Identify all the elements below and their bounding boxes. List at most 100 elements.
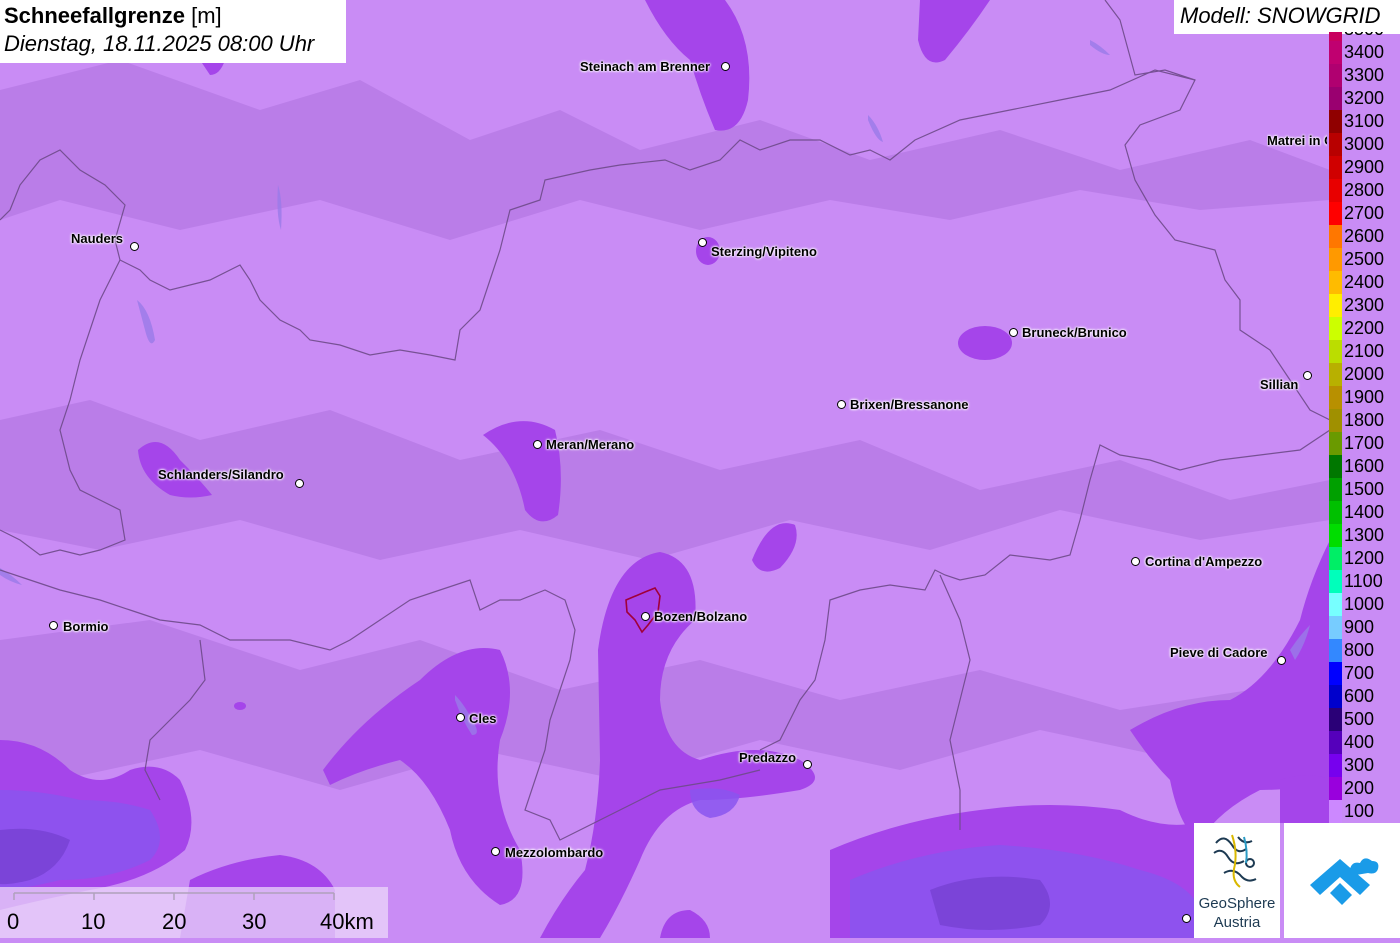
legend-label: 1900 [1344,387,1385,407]
legend-entry: 3100 [1329,110,1400,133]
scale-label: 10 [81,909,106,934]
legend-swatch [1329,754,1342,777]
legend-entry: 700 [1329,662,1400,685]
legend-label: 1800 [1344,410,1385,430]
legend-label: 1100 [1344,571,1383,591]
legend-label: 1200 [1344,548,1385,568]
cloud-arrow-icon [1310,858,1379,905]
model-label: Modell: SNOWGRID [1174,0,1400,34]
geosphere-name: GeoSphere [1198,895,1276,912]
legend-swatch [1329,547,1342,570]
legend-entry: 2400 [1329,271,1400,294]
legend-swatch [1329,202,1342,225]
legend-entry: 1400 [1329,501,1400,524]
legend-label: 800 [1344,640,1375,660]
legend-label: 3100 [1344,111,1385,131]
city-label-schlanders: Schlanders/Silandro [158,467,284,482]
legend-label: 2100 [1344,341,1385,361]
city-label-brixen: Brixen/Bressanone [850,397,969,412]
city-marker [130,242,139,251]
legend-entry: 3400 [1329,41,1400,64]
parameter-unit: [m] [191,3,222,28]
city-marker [641,612,650,621]
legend-entry: 800 [1329,639,1400,662]
legend-label: 600 [1344,686,1375,706]
city-marker [837,400,846,409]
city-marker [1303,371,1312,380]
legend-swatch [1329,708,1342,731]
legend-label: 1600 [1344,456,1385,476]
legend-swatch [1329,800,1342,823]
legend-entry: 3200 [1329,87,1400,110]
legend-swatch [1329,570,1342,593]
legend-swatch [1329,317,1342,340]
legend-label: 300 [1344,755,1375,775]
legend-label: 2700 [1344,203,1385,223]
legend-label: 1000 [1344,594,1385,614]
city-label-mezzolombardo: Mezzolombardo [505,845,604,860]
legend-swatch [1329,64,1342,87]
legend-entry: 600 [1329,685,1400,708]
legend-entry: 2600 [1329,225,1400,248]
legend-entry: 400 [1329,731,1400,754]
legend-label: 1500 [1344,479,1385,499]
geosphere-emblem-icon [1213,834,1257,888]
city-label-meran: Meran/Merano [546,437,635,452]
legend-entry: 2800 [1329,179,1400,202]
city-label-bruneck: Bruneck/Brunico [1022,325,1127,340]
legend-entry: 1500 [1329,478,1400,501]
legend-entry: 2100 [1329,340,1400,363]
legend-swatch [1329,662,1342,685]
legend-swatch [1329,409,1342,432]
legend-swatch [1329,87,1342,110]
legend-entry: 2500 [1329,248,1400,271]
legend-swatch [1329,248,1342,271]
city-marker [533,440,542,449]
legend-swatch [1329,110,1342,133]
weather-service-logo[interactable] [1284,823,1400,938]
legend-swatch [1329,386,1342,409]
legend-label: 1700 [1344,433,1385,453]
legend-label: 400 [1344,732,1375,752]
city-label-sillian: Sillian [1260,377,1299,392]
legend-swatch [1329,432,1342,455]
city-label-matrei: Matrei in Osttirol [1267,133,1327,148]
legend-entry: 2000 [1329,363,1400,386]
legend-swatch [1329,731,1342,754]
city-marker [295,479,304,488]
city-label-bormio: Bormio [63,619,109,634]
legend-swatch [1329,294,1342,317]
legend-entry: 900 [1329,616,1400,639]
legend-swatch [1329,179,1342,202]
legend-swatch [1329,524,1342,547]
legend-swatch [1329,455,1342,478]
legend-entry: 2300 [1329,294,1400,317]
scale-label: 20 [162,909,187,934]
legend-label: 900 [1344,617,1375,637]
legend-swatch [1329,685,1342,708]
city-marker [49,621,58,630]
legend-swatch [1329,32,1342,41]
city-label-predazzo: Predazzo [739,750,797,765]
legend-swatch [1329,156,1342,179]
legend-label: 200 [1344,778,1375,798]
legend-entry: 1000 [1329,593,1400,616]
color-legend: 35003400 3300 3200 3100 3000 2900 2800 2700 2600… [1329,32,1400,824]
scale-label: 0 [7,909,20,934]
city-label-nauders: Nauders [71,231,124,246]
legend-swatch [1329,41,1342,64]
forecast-datetime: Dienstag, 18.11.2025 08:00 Uhr [4,31,315,56]
legend-label: 3300 [1344,65,1385,85]
geosphere-logo[interactable]: GeoSphere Austria [1194,823,1280,938]
legend-label: 2400 [1344,272,1385,292]
legend-swatch [1329,639,1342,662]
city-marker [803,760,812,769]
legend-entry: 1300 [1329,524,1400,547]
legend-swatch [1329,225,1342,248]
legend-swatch [1329,133,1342,156]
legend-entry: 100 [1329,800,1400,823]
legend-label: 2000 [1344,364,1385,384]
legend-swatch [1329,340,1342,363]
geosphere-country: Austria [1213,914,1261,931]
legend-swatch [1329,501,1342,524]
